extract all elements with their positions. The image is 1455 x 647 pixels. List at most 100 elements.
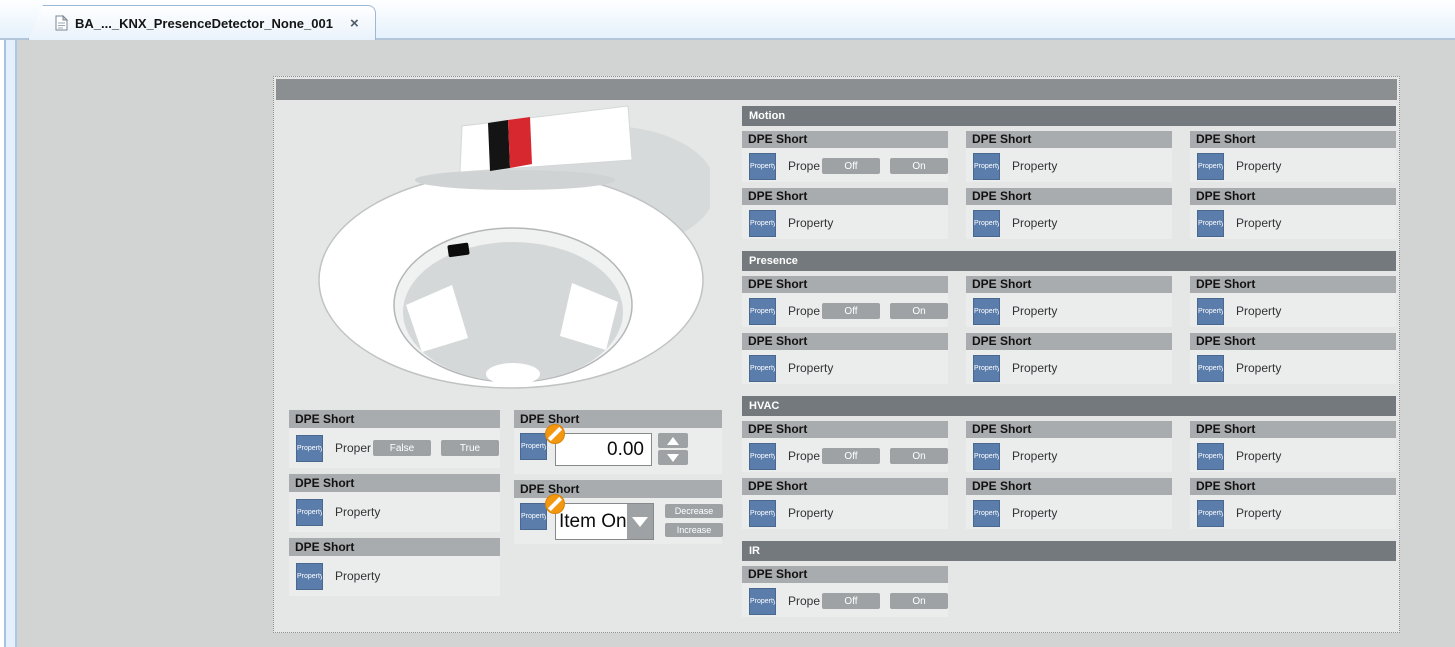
property-button[interactable]: Property — [296, 499, 323, 526]
on-button[interactable]: On — [890, 303, 948, 319]
spinner-down-button[interactable] — [658, 450, 688, 465]
property-label: Property — [788, 506, 833, 520]
presence-detector-image — [310, 100, 710, 400]
property-button[interactable]: Property — [520, 433, 547, 460]
property-label: Property — [788, 216, 833, 230]
property-button[interactable]: Property — [973, 500, 1000, 527]
dpe-widget-simple: DPE Short Property Property — [966, 478, 1172, 529]
value-input[interactable] — [555, 433, 652, 466]
property-label: Property — [335, 505, 380, 519]
dpe-widget-simple: DPE Short Property Property — [1190, 478, 1396, 529]
dpe-widget-simple: DPE Short Property Property — [1190, 188, 1396, 239]
property-button[interactable]: Property — [1197, 153, 1224, 180]
dpe-widget-onoff: DPE Short Property Proper Off On — [742, 131, 948, 182]
window-frame — [0, 38, 17, 647]
dpe-header: DPE Short — [289, 410, 500, 428]
dpe-header: DPE Short — [742, 188, 948, 205]
dpe-widget-simple: DPE Short Property Property — [966, 421, 1172, 472]
arrow-down-icon — [667, 454, 679, 462]
dpe-widget-simple: DPE Short Property Property — [966, 333, 1172, 384]
section-header: IR — [742, 541, 1396, 561]
dpe-header: DPE Short — [1190, 188, 1396, 205]
property-button[interactable]: Property — [1197, 298, 1224, 325]
off-button[interactable]: Off — [822, 448, 880, 464]
section-presence: Presence DPE Short Property Proper Off O… — [742, 251, 1396, 377]
dpe-header: DPE Short — [742, 478, 948, 495]
dpe-widget-simple: DPE Short Property Property — [1190, 333, 1396, 384]
section-header: Presence — [742, 251, 1396, 271]
section-motion: Motion DPE Short Property Proper Off On … — [742, 106, 1396, 232]
left-widget-column-a: DPE Short Property Proper False True DPE… — [289, 410, 500, 602]
property-label: Property — [1236, 506, 1281, 520]
property-button[interactable]: Property — [296, 435, 323, 462]
property-button[interactable]: Property — [749, 500, 776, 527]
property-label: Property — [1236, 449, 1281, 463]
property-button[interactable]: Property — [296, 563, 323, 590]
property-label: Property — [1236, 216, 1281, 230]
property-button[interactable]: Property — [749, 153, 776, 180]
off-button[interactable]: Off — [822, 593, 880, 609]
section-ir: IR DPE Short Property Proper Off On — [742, 541, 1396, 617]
decrease-button[interactable]: Decrease — [665, 504, 723, 518]
off-button[interactable]: Off — [822, 158, 880, 174]
dpe-header: DPE Short — [966, 478, 1172, 495]
property-label: Property — [1012, 506, 1057, 520]
property-label: Proper — [788, 594, 820, 608]
increase-button[interactable]: Increase — [665, 523, 723, 537]
property-label: Property — [1012, 361, 1057, 375]
panel-title-bar — [276, 79, 1397, 100]
property-label: Property — [788, 361, 833, 375]
dpe-widget-simple: DPE Short Property Property — [289, 474, 500, 532]
dpe-header: DPE Short — [742, 276, 948, 293]
dropdown-selected-value: Item One — [556, 504, 627, 539]
property-label: Proper — [788, 304, 820, 318]
dpe-widget-simple: DPE Short Property Property — [1190, 421, 1396, 472]
property-button[interactable]: Property — [749, 588, 776, 615]
dpe-widget-simple: DPE Short Property Property — [1190, 131, 1396, 182]
property-button[interactable]: Property — [749, 210, 776, 237]
on-button[interactable]: On — [890, 593, 948, 609]
dpe-header: DPE Short — [1190, 333, 1396, 350]
dpe-widget-number: DPE Short Property — [514, 410, 722, 474]
dpe-widget-simple: DPE Short Property Property — [1190, 276, 1396, 327]
property-button[interactable]: Property — [749, 298, 776, 325]
false-button[interactable]: False — [373, 440, 431, 456]
true-button[interactable]: True — [441, 440, 499, 456]
property-button[interactable]: Property — [973, 443, 1000, 470]
property-button[interactable]: Property — [1197, 355, 1224, 382]
tab-close-icon[interactable]: × — [350, 16, 359, 31]
dpe-widget-simple: DPE Short Property Property — [742, 188, 948, 239]
property-button[interactable]: Property — [973, 355, 1000, 382]
property-button[interactable]: Property — [749, 443, 776, 470]
property-label: Property — [1012, 216, 1057, 230]
dpe-header: DPE Short — [1190, 131, 1396, 148]
tab-title: BA_..._KNX_PresenceDetector_None_001 — [75, 16, 333, 31]
property-button[interactable]: Property — [973, 153, 1000, 180]
on-button[interactable]: On — [890, 448, 948, 464]
dpe-header: DPE Short — [966, 421, 1172, 438]
property-button[interactable]: Property — [1197, 443, 1224, 470]
dpe-widget-simple: DPE Short Property Property — [742, 478, 948, 529]
item-dropdown[interactable]: Item One — [555, 503, 654, 540]
dpe-widget-simple: DPE Short Property Property — [966, 131, 1172, 182]
property-button[interactable]: Property — [973, 210, 1000, 237]
property-label: Property — [1012, 449, 1057, 463]
property-button[interactable]: Property — [1197, 210, 1224, 237]
property-label: Property — [335, 569, 380, 583]
section-hvac: HVAC DPE Short Property Proper Off On DP… — [742, 396, 1396, 522]
off-button[interactable]: Off — [822, 303, 880, 319]
property-button[interactable]: Property — [749, 355, 776, 382]
spinner-up-button[interactable] — [658, 433, 688, 448]
dropdown-open-button[interactable] — [627, 504, 653, 539]
dpe-header: DPE Short — [742, 566, 948, 583]
property-button[interactable]: Property — [520, 503, 547, 530]
dpe-widget-onoff: DPE Short Property Proper Off On — [742, 421, 948, 472]
on-button[interactable]: On — [890, 158, 948, 174]
property-button[interactable]: Property — [1197, 500, 1224, 527]
tab-presence-detector[interactable]: BA_..._KNX_PresenceDetector_None_001 × — [28, 5, 376, 40]
property-button[interactable]: Property — [973, 298, 1000, 325]
property-label: Proper — [788, 159, 820, 173]
dpe-header: DPE Short — [742, 333, 948, 350]
section-header: Motion — [742, 106, 1396, 126]
dpe-widget-combo: DPE Short Property Item One Decrease Inc… — [514, 480, 722, 544]
